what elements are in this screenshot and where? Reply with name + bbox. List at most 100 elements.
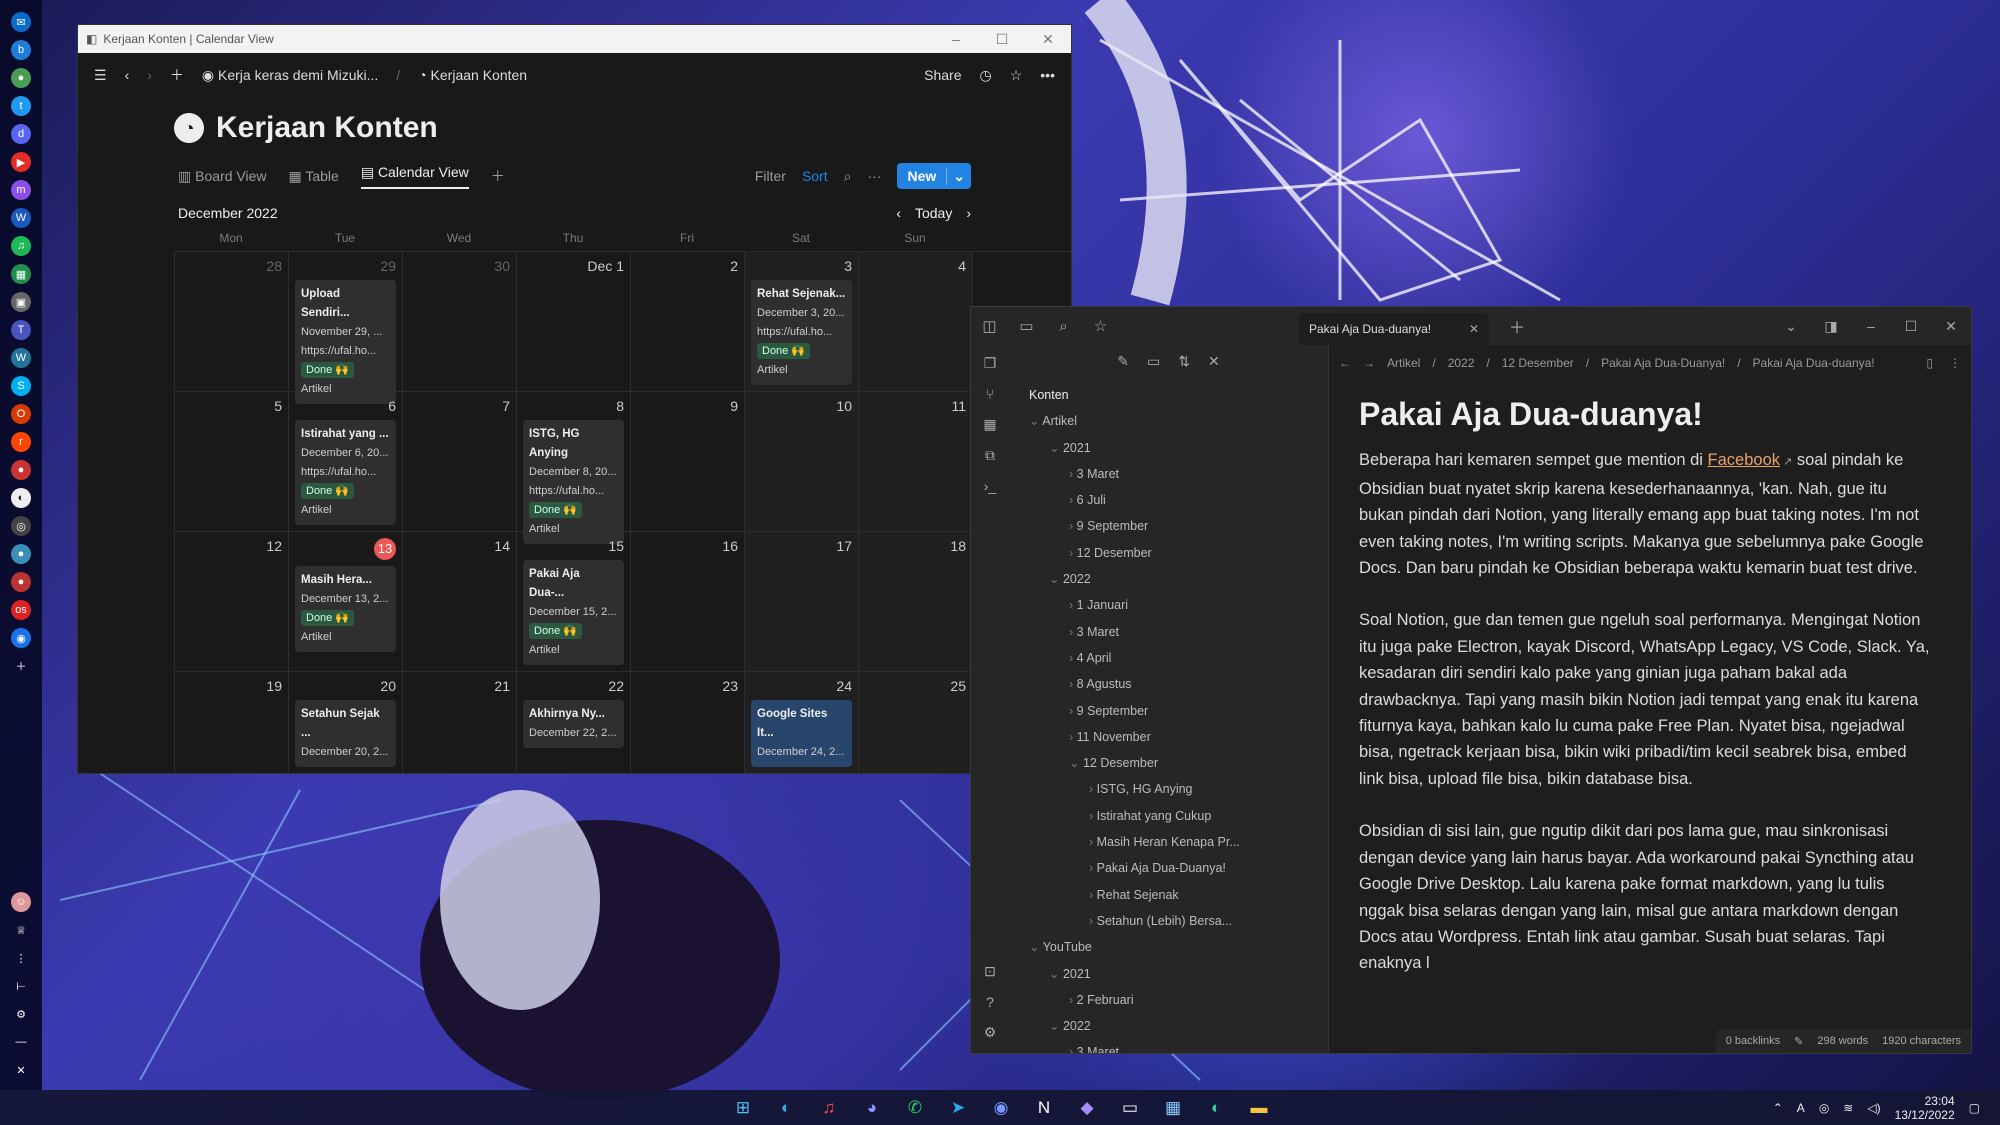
chevron-icon[interactable]: › xyxy=(1069,519,1077,533)
notification-icon[interactable]: ▢ xyxy=(1969,1101,1980,1115)
chevron-icon[interactable]: › xyxy=(1069,546,1077,560)
event-url[interactable]: https://ufal.ho... xyxy=(301,342,390,361)
event-card[interactable]: ISTG, HG Anying December 8, 20... https://… xyxy=(523,420,624,544)
graph-icon[interactable]: ⑂ xyxy=(986,386,994,402)
notion-icon[interactable]: N xyxy=(1029,1095,1059,1121)
calendar-day-cell[interactable]: 10 xyxy=(745,392,859,532)
calendar-day-cell[interactable]: 8 ISTG, HG Anying December 8, 20... https:/… xyxy=(517,392,631,544)
vault-icon[interactable]: ⊡ xyxy=(984,963,996,980)
messenger-icon[interactable]: m xyxy=(11,180,31,200)
maximize-button[interactable]: ☐ xyxy=(979,31,1025,48)
event-card[interactable]: Istirahat yang ... December 6, 20... https… xyxy=(295,420,396,525)
terminal-icon[interactable]: ›_ xyxy=(984,478,996,494)
crumb-item[interactable]: 12 Desember xyxy=(1502,356,1574,370)
globe-icon[interactable]: ◎ xyxy=(11,516,31,536)
calendar-day-cell[interactable]: 30 xyxy=(403,252,517,392)
calendar-day-cell[interactable]: 9 xyxy=(631,392,745,532)
terminal-icon[interactable]: ▭ xyxy=(1115,1095,1145,1121)
edit-icon[interactable]: ✎ xyxy=(1794,1035,1803,1048)
vault-name[interactable]: Konten xyxy=(1009,382,1328,408)
discord-icon[interactable]: ◕ xyxy=(857,1095,887,1121)
chevron-icon[interactable]: › xyxy=(1089,809,1097,823)
today-button[interactable]: Today xyxy=(915,205,952,221)
menu-icon[interactable]: ☰ xyxy=(94,67,107,84)
calendar-day-cell[interactable]: 5 xyxy=(175,392,289,532)
more-icon[interactable]: ⋮ xyxy=(11,948,31,968)
note-tab[interactable]: Pakai Aja Dua-duanya! ✕ xyxy=(1299,313,1489,345)
tree-item[interactable]: ⌄ Artikel xyxy=(1009,408,1328,434)
chevron-icon[interactable]: › xyxy=(1089,914,1097,928)
new-tab-icon[interactable]: ＋ xyxy=(1509,314,1525,338)
event-card[interactable]: Masih Hera... December 13, 2... Done 🙌 Arti… xyxy=(295,566,396,652)
tree-item[interactable]: › 9 September xyxy=(1009,698,1328,724)
files-icon[interactable]: ❐ xyxy=(984,355,997,372)
crumb-item[interactable]: Pakai Aja Dua-Duanya! xyxy=(1601,356,1725,370)
calendar-day-cell[interactable]: 11 xyxy=(859,392,973,532)
calendar-day-cell[interactable]: 16 xyxy=(631,532,745,672)
tree-item[interactable]: › 12 Desember xyxy=(1009,540,1328,566)
calendar-day-cell[interactable]: 13 Masih Hera... December 13, 2... Done 🙌 Ar… xyxy=(289,532,403,672)
chevron-up-icon[interactable]: ⌃ xyxy=(1773,1101,1783,1115)
obsidian-icon[interactable]: ◆ xyxy=(1072,1095,1102,1121)
chevron-icon[interactable]: › xyxy=(1069,625,1077,639)
add-icon[interactable]: ＋ xyxy=(170,65,184,85)
chevron-icon[interactable]: › xyxy=(1069,493,1077,507)
settings-icon[interactable]: ⚙ xyxy=(984,1024,997,1041)
chevron-icon[interactable]: › xyxy=(1069,730,1077,744)
youtube-icon[interactable]: ▶ xyxy=(11,152,31,172)
chevron-icon[interactable]: ⌄ xyxy=(1069,756,1083,770)
reading-mode-icon[interactable]: ▯ xyxy=(1926,356,1933,370)
tree-item[interactable]: ⌄ 2022 xyxy=(1009,1013,1328,1039)
wifi-icon[interactable]: ≋ xyxy=(1843,1101,1853,1115)
tree-item[interactable]: ⌄ 2021 xyxy=(1009,961,1328,987)
tree-item[interactable]: › Istirahat yang Cukup xyxy=(1009,803,1328,829)
search-icon[interactable]: ⌕ xyxy=(1045,318,1082,335)
close-button[interactable]: ✕ xyxy=(1931,318,1971,335)
next-month-icon[interactable]: › xyxy=(966,205,971,221)
calendar-icon[interactable]: ▦ xyxy=(983,416,996,433)
pin-icon[interactable]: ⊢ xyxy=(11,976,31,996)
new-note-icon[interactable]: ✎ xyxy=(1117,353,1129,370)
calendar-day-cell[interactable]: 12 xyxy=(175,532,289,672)
folder-icon[interactable]: ▭ xyxy=(1008,317,1045,335)
bing-icon[interactable]: b xyxy=(11,40,31,60)
volume-icon[interactable]: ◁) xyxy=(1867,1101,1880,1115)
filter-button[interactable]: Filter xyxy=(755,168,786,184)
share-button[interactable]: Share xyxy=(924,67,961,83)
forward-icon[interactable]: → xyxy=(1363,356,1375,370)
whatsapp-icon[interactable]: ✆ xyxy=(900,1095,930,1121)
event-card[interactable]: Upload Sendiri... November 29, ... https:/… xyxy=(295,280,396,404)
calendar-day-cell[interactable]: 7 xyxy=(403,392,517,532)
close-button[interactable]: ✕ xyxy=(1025,31,1071,48)
chevron-icon[interactable]: › xyxy=(1069,704,1077,718)
calendar-day-cell[interactable]: 25 xyxy=(859,672,973,773)
task-manager-icon[interactable]: ▦ xyxy=(1158,1095,1188,1121)
chevron-icon[interactable]: ⌄ xyxy=(1049,572,1063,586)
add-view-icon[interactable]: ＋ xyxy=(491,166,505,186)
calendar-day-cell[interactable]: Dec 1 xyxy=(517,252,631,392)
chevron-icon[interactable]: › xyxy=(1089,782,1097,796)
calendar-day-cell[interactable]: 21 xyxy=(403,672,517,773)
copy-icon[interactable]: ⧉ xyxy=(985,447,995,464)
app-icon[interactable]: ● xyxy=(11,572,31,592)
calendar-day-cell[interactable]: 3 Rehat Sejenak... December 3, 20... https:… xyxy=(745,252,859,392)
calendar-day-cell[interactable]: 4 xyxy=(859,252,973,392)
tree-item[interactable]: ⌄ 12 Desember xyxy=(1009,750,1328,776)
windows-start-icon[interactable]: ⊞ xyxy=(728,1095,758,1121)
tree-item[interactable]: › 3 Maret xyxy=(1009,461,1328,487)
event-card[interactable]: Rehat Sejenak... December 3, 20... https:/… xyxy=(751,280,852,385)
crumb-item[interactable]: Artikel xyxy=(1387,356,1420,370)
calendar-day-cell[interactable]: 20 Setahun Sejak ... December 20, 2... xyxy=(289,672,403,773)
event-url[interactable]: https://ufal.ho... xyxy=(757,323,846,342)
tree-item[interactable]: ⌄ 2022 xyxy=(1009,566,1328,592)
app-icon[interactable]: os xyxy=(11,600,31,620)
history-icon[interactable]: ◷ xyxy=(980,67,992,84)
minimize-button[interactable]: – xyxy=(1851,318,1891,335)
settings-icon[interactable]: ⚙ xyxy=(11,1004,31,1024)
twitter-icon[interactable]: t xyxy=(11,96,31,116)
event-url[interactable]: https://ufal.ho... xyxy=(301,463,390,482)
tree-item[interactable]: › 2 Februari xyxy=(1009,987,1328,1013)
sheets-icon[interactable]: ▦ xyxy=(11,264,31,284)
toggle-sidebar-icon[interactable]: ◫ xyxy=(971,317,1008,335)
tree-item[interactable]: › 3 Maret xyxy=(1009,619,1328,645)
